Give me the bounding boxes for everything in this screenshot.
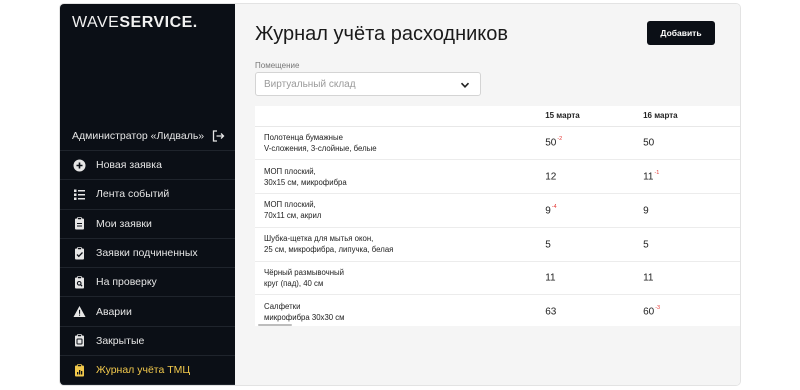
sidebar-item-my-requests[interactable]: Мои заявки [60, 210, 235, 239]
sidebar: WAVESERVICE. Администратор «Лидваль» Нов… [60, 4, 235, 385]
sidebar-item-new-request[interactable]: Новая заявка [60, 151, 235, 181]
user-name: Администратор «Лидваль» [72, 129, 205, 142]
sidebar-item-for-review[interactable]: На проверку [60, 268, 235, 298]
sidebar-item-label: Аварии [96, 305, 132, 318]
clipboard-icon [72, 217, 86, 231]
item-name-cell: Салфетки микрофибра 30x30 см [255, 294, 546, 326]
delta-badge: -3 [655, 305, 661, 312]
table-header-row: 15 марта 16 марта [255, 106, 740, 127]
main-content: Журнал учёта расходников Добавить Помеще… [235, 4, 740, 385]
table-row[interactable]: Шубка-щетка для мытья окон, 25 см, микроф… [255, 227, 740, 262]
table-row[interactable]: Полотенца бумажные V-сложения, 3-слойные,… [255, 126, 740, 161]
logo[interactable]: WAVESERVICE. [72, 14, 198, 32]
room-field-label: Помещение [255, 61, 300, 70]
sidebar-item-label: Заявки подчиненных [96, 247, 198, 260]
list-icon [72, 187, 86, 201]
delta-badge: -2 [557, 136, 563, 143]
table-row[interactable]: Салфетки микрофибра 30x30 см 63 60-3 [255, 294, 740, 326]
add-button[interactable]: Добавить [647, 21, 715, 45]
logout-icon[interactable] [211, 129, 225, 143]
sidebar-item-event-feed[interactable]: Лента событий [60, 180, 235, 210]
item-name-cell: Полотенца бумажные V-сложения, 3-слойные,… [255, 126, 546, 161]
consumables-table[interactable]: 15 марта 16 марта Полотенца бумажные V-сл… [255, 106, 740, 326]
column-header-date-2: 16 марта [643, 106, 740, 127]
item-name-cell: Чёрный размывочный круг (пад), 40 см [255, 261, 546, 296]
sidebar-item-closed[interactable]: Закрытые [60, 327, 235, 357]
sidebar-item-emergencies[interactable]: Аварии [60, 297, 235, 327]
quantity-cell: 50 [643, 126, 740, 161]
clipboard-closed-icon [72, 334, 86, 348]
quantity-cell: 63 [545, 294, 644, 326]
clipboard-check-icon [72, 246, 86, 260]
quantity-cell: 11-1 [643, 159, 740, 195]
delta-badge: -4 [551, 203, 557, 210]
app-window: WAVESERVICE. Администратор «Лидваль» Нов… [60, 4, 740, 385]
quantity-cell: 5 [643, 227, 740, 262]
sidebar-item-label: Лента событий [96, 188, 170, 201]
delta-badge: -1 [654, 170, 660, 177]
sidebar-item-label: Журнал учёта ТМЦ [96, 364, 191, 377]
sidebar-item-label: Мои заявки [96, 217, 152, 230]
item-name-cell: Шубка-щетка для мытья окон, 25 см, микроф… [255, 227, 546, 262]
quantity-cell: 12 [545, 159, 644, 195]
quantity-cell: 11 [643, 261, 740, 296]
page-title: Журнал учёта расходников [255, 23, 509, 45]
column-header-item [255, 106, 546, 127]
column-header-date-1: 15 марта [545, 106, 644, 127]
horizontal-scrollbar[interactable] [258, 324, 292, 326]
table-row[interactable]: МОП плоский, 70x11 см, акрил 9-4 9 [255, 193, 740, 228]
chevron-down-icon [460, 82, 470, 88]
quantity-cell: 11 [545, 261, 644, 296]
quantity-cell: 50-2 [545, 126, 644, 161]
table-row[interactable]: Чёрный размывочный круг (пад), 40 см 11 1… [255, 261, 740, 296]
table-row[interactable]: МОП плоский, 30x15 см, микрофибра 12 11-1 [255, 159, 740, 195]
quantity-cell: 60-3 [643, 294, 740, 326]
journal-icon [72, 363, 86, 377]
sidebar-menu: Новая заявка Лента событий Мои заявки За… [60, 151, 235, 385]
sidebar-item-label: Новая заявка [96, 159, 162, 172]
warning-icon [72, 305, 86, 319]
quantity-cell: 5 [545, 227, 644, 262]
item-name-cell: МОП плоский, 70x11 см, акрил [255, 193, 546, 228]
quantity-cell: 9 [643, 193, 740, 228]
sidebar-item-label: На проверку [96, 276, 157, 289]
quantity-cell: 9-4 [545, 193, 644, 228]
item-name-cell: МОП плоский, 30x15 см, микрофибра [255, 159, 546, 195]
sidebar-item-label: Закрытые [96, 334, 145, 347]
clipboard-search-icon [72, 275, 86, 289]
sidebar-item-subordinate-requests[interactable]: Заявки подчиненных [60, 239, 235, 269]
sidebar-item-journal[interactable]: Журнал учёта ТМЦ [60, 356, 235, 385]
plus-circle-icon [72, 158, 86, 172]
room-select-value: Виртуальный склад [264, 78, 356, 90]
user-account[interactable]: Администратор «Лидваль» [60, 121, 235, 151]
room-select[interactable]: Виртуальный склад [255, 72, 481, 96]
